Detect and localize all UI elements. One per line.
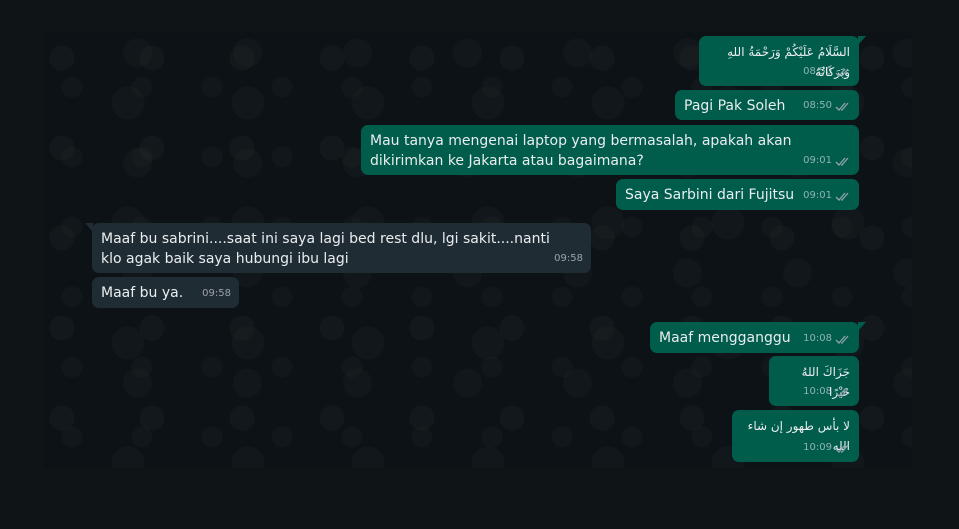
message-time: 10:09 bbox=[803, 442, 832, 453]
chat-area: السَّلَامُ عَلَيْكُمْ وَرَحْمَةُ اللهِ و… bbox=[44, 31, 912, 468]
double-check-icon bbox=[835, 102, 849, 111]
message-time: 09:58 bbox=[202, 288, 231, 299]
message-meta: 10:08 bbox=[803, 382, 851, 402]
outgoing-message[interactable]: Mau tanya mengenai laptop yang bermasala… bbox=[361, 125, 859, 175]
message-time: 08:50 bbox=[803, 100, 832, 111]
message-text: Maaf bu sabrini....saat ini saya lagi be… bbox=[101, 231, 550, 267]
message-meta: 08:50 bbox=[803, 62, 851, 82]
message-time: 09:58 bbox=[554, 253, 583, 264]
message-meta: 09:01 bbox=[803, 151, 851, 171]
message-meta: 09:58 bbox=[554, 249, 583, 269]
bubble-tail bbox=[858, 36, 866, 45]
bubble-tail bbox=[858, 322, 866, 331]
outgoing-message[interactable]: لا بأس طهور إن شاء الله 10:09 bbox=[732, 410, 859, 462]
message-meta: 10:09 bbox=[803, 438, 851, 458]
message-meta: 09:01 bbox=[803, 186, 851, 206]
message-meta: 08:50 bbox=[803, 96, 851, 116]
double-check-icon bbox=[835, 444, 849, 453]
double-check-icon bbox=[835, 192, 849, 201]
message-text: Mau tanya mengenai laptop yang bermasala… bbox=[370, 133, 792, 169]
double-check-icon bbox=[835, 68, 849, 77]
double-check-icon bbox=[835, 388, 849, 397]
double-check-icon bbox=[835, 335, 849, 344]
message-meta: 10:08 bbox=[803, 329, 851, 349]
message-time: 09:01 bbox=[803, 190, 832, 201]
outgoing-message[interactable]: Maaf mengganggu 10:08 bbox=[650, 322, 866, 353]
message-time: 09:01 bbox=[803, 155, 832, 166]
outgoing-message[interactable]: Saya Sarbini dari Fujitsu 09:01 bbox=[616, 179, 859, 210]
double-check-icon bbox=[835, 157, 849, 166]
incoming-message[interactable]: Maaf bu sabrini....saat ini saya lagi be… bbox=[85, 223, 591, 273]
message-meta: 09:58 bbox=[202, 284, 231, 304]
outgoing-message[interactable]: Pagi Pak Soleh 08:50 bbox=[675, 90, 859, 120]
outgoing-message[interactable]: جَزَاكَ اللهُ خَيْرًا 10:08 bbox=[769, 356, 859, 406]
message-time: 10:08 bbox=[803, 333, 832, 344]
bubble-tail bbox=[85, 223, 93, 232]
outgoing-message[interactable]: السَّلَامُ عَلَيْكُمْ وَرَحْمَةُ اللهِ و… bbox=[699, 36, 866, 86]
message-time: 10:08 bbox=[803, 386, 832, 397]
message-time: 08:50 bbox=[803, 66, 832, 77]
incoming-message[interactable]: Maaf bu ya. 09:58 bbox=[92, 277, 239, 308]
